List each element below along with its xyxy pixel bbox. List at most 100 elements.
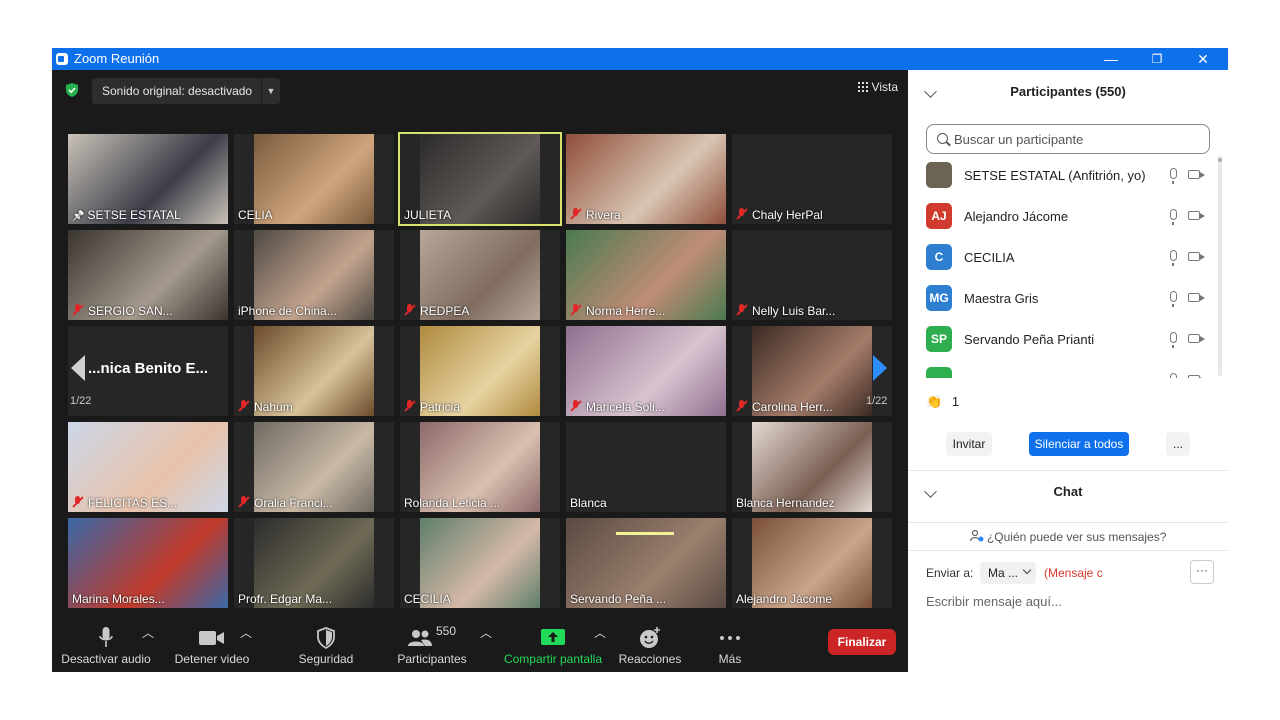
microphone-icon[interactable] <box>1170 373 1177 378</box>
recipient-dropdown[interactable]: Ma ... <box>980 562 1036 584</box>
muted-microphone-icon <box>736 208 748 220</box>
close-button[interactable]: ✕ <box>1180 48 1226 70</box>
participant-name-text: Blanca <box>570 496 607 510</box>
muted-microphone-icon <box>238 496 250 508</box>
participant-row[interactable] <box>926 367 1216 378</box>
participant-row[interactable]: AJ Alejandro Jácome <box>926 203 1216 229</box>
participant-name-text: Maricela Soli... <box>586 400 665 414</box>
muted-microphone-icon <box>736 400 748 412</box>
security-button[interactable]: Seguridad <box>286 624 366 666</box>
video-tile[interactable]: Profr. Edgar Ma... <box>234 518 394 608</box>
video-tile[interactable]: JULIETA <box>398 132 562 226</box>
video-tile[interactable]: Nelly Luis Bar... <box>732 230 892 320</box>
video-tile[interactable]: Blanca <box>566 422 726 512</box>
participant-name-text: Oralia Franci... <box>254 496 333 510</box>
video-tile[interactable]: Alejandro Jácome <box>732 518 892 608</box>
video-options-caret-icon[interactable]: ︿ <box>240 624 252 641</box>
participant-search-input[interactable]: Buscar un participante <box>926 124 1210 154</box>
video-camera-icon[interactable] <box>1188 375 1205 378</box>
muted-microphone-icon <box>404 400 416 412</box>
security-shield-icon[interactable] <box>64 82 80 98</box>
video-tile[interactable]: Rivera <box>566 134 726 224</box>
mute-audio-button[interactable]: Desactivar audio <box>56 624 156 666</box>
view-button[interactable]: Vista <box>857 80 898 94</box>
video-tile[interactable]: Blanca Hernandez <box>732 422 892 512</box>
restore-button[interactable]: ❐ <box>1134 48 1180 70</box>
participant-name-label: Norma Herre... <box>570 304 665 318</box>
mute-audio-label: Desactivar audio <box>61 652 151 666</box>
muted-microphone-icon <box>404 304 416 316</box>
video-tile[interactable]: Marina Morales... <box>68 518 228 608</box>
video-camera-icon[interactable] <box>1188 170 1205 179</box>
video-tile[interactable]: REDPEA <box>400 230 560 320</box>
microphone-icon[interactable] <box>1170 209 1177 225</box>
audio-options-caret-icon[interactable]: ︿ <box>142 624 154 641</box>
participant-name-label: iPhone de China... <box>238 304 337 318</box>
chat-message-input[interactable]: Escribir mensaje aquí... <box>926 594 1062 609</box>
mute-all-button[interactable]: Silenciar a todos <box>1029 432 1129 456</box>
video-tile[interactable]: ...nica Benito E... <box>68 326 228 416</box>
video-tile[interactable]: Rolanda Leticia ... <box>400 422 560 512</box>
end-meeting-button[interactable]: Finalizar <box>828 629 896 655</box>
participant-row[interactable]: SP Servando Peña Prianti <box>926 326 1216 352</box>
participant-list-scrollbar[interactable] <box>1218 156 1222 376</box>
video-tile[interactable]: Patricia <box>400 326 560 416</box>
video-tile[interactable]: Norma Herre... <box>566 230 726 320</box>
original-sound-label: Sonido original: desactivado <box>102 84 253 98</box>
video-tile[interactable]: SERGIO SAN... <box>68 230 228 320</box>
more-label: Más <box>718 652 742 666</box>
video-camera-icon[interactable] <box>1188 334 1205 343</box>
participant-name-text: REDPEA <box>420 304 470 318</box>
microphone-icon[interactable] <box>1170 250 1177 266</box>
video-tile[interactable]: Oralia Franci... <box>234 422 394 512</box>
video-tile[interactable]: FELICITAS ES... <box>68 422 228 512</box>
invite-button[interactable]: Invitar <box>946 432 992 456</box>
muted-microphone-icon <box>736 304 748 316</box>
participant-row[interactable]: MG Maestra Gris <box>926 285 1216 311</box>
scrollbar-thumb[interactable] <box>1218 158 1222 162</box>
participants-more-button[interactable]: ... <box>1166 432 1190 456</box>
participant-name-text: iPhone de China... <box>238 304 337 318</box>
participant-name-label: Maricela Soli... <box>570 400 665 414</box>
next-page-arrow-icon[interactable] <box>872 354 888 382</box>
more-button[interactable]: Más <box>704 624 756 666</box>
reactions-button[interactable]: Reacciones <box>614 624 686 666</box>
previous-page-arrow-icon[interactable] <box>70 354 86 382</box>
microphone-icon[interactable] <box>1170 291 1177 307</box>
video-tile[interactable]: CELIA <box>234 134 394 224</box>
participant-name-text: Carolina Herr... <box>752 400 833 414</box>
participant-row[interactable]: SETSE ESTATAL (Anfitrión, yo) <box>926 162 1216 188</box>
muted-microphone-icon <box>570 400 582 412</box>
avatar <box>926 367 952 378</box>
video-tile[interactable]: Chaly HerPal <box>732 134 892 224</box>
participants-button[interactable]: 550 Participantes <box>388 624 476 666</box>
participant-name-label: Patricia <box>404 400 460 414</box>
video-tile[interactable]: iPhone de China... <box>234 230 394 320</box>
video-camera-icon[interactable] <box>1188 293 1205 302</box>
video-camera-icon[interactable] <box>1188 252 1205 261</box>
participant-name-label: SERGIO SAN... <box>72 304 173 318</box>
share-options-caret-icon[interactable]: ︿ <box>594 624 606 641</box>
participant-name-label: CECILIA <box>404 592 451 606</box>
share-screen-label: Compartir pantalla <box>503 652 603 666</box>
participant-row[interactable]: C CECILIA <box>926 244 1216 270</box>
video-camera-icon[interactable] <box>1188 211 1205 220</box>
chat-more-button[interactable]: ··· <box>1190 560 1214 584</box>
active-speaker-indicator <box>616 532 674 535</box>
original-sound-toggle[interactable]: Sonido original: desactivado ▼ <box>92 78 280 104</box>
minimize-button[interactable]: — <box>1088 48 1134 70</box>
participant-name-text: Nelly Luis Bar... <box>752 304 836 318</box>
video-tile[interactable]: Nahum <box>234 326 394 416</box>
original-sound-dropdown-icon[interactable]: ▼ <box>261 78 280 104</box>
participants-caret-icon[interactable]: ︿ <box>480 624 492 641</box>
microphone-icon[interactable] <box>1170 168 1177 184</box>
participant-list: SETSE ESTATAL (Anfitrión, yo) AJ Alejandro… <box>908 162 1218 378</box>
video-tile[interactable]: 📌 SETSE ESTATAL <box>68 134 228 224</box>
who-can-see-messages-link[interactable]: ¿Quién puede ver sus mensajes? <box>908 529 1228 544</box>
microphone-icon[interactable] <box>1170 332 1177 348</box>
video-tile[interactable]: CECILIA <box>400 518 560 608</box>
participant-name-label: Rivera <box>570 208 621 222</box>
video-tile[interactable]: Maricela Soli... <box>566 326 726 416</box>
participant-name-label: Carolina Herr... <box>736 400 833 414</box>
share-screen-button[interactable]: Compartir pantalla <box>498 624 608 666</box>
